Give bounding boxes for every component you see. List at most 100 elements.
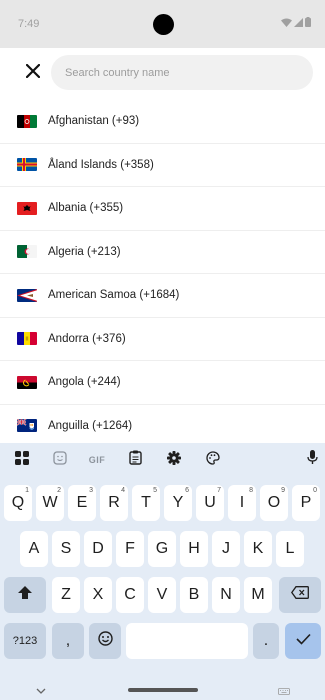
close-button[interactable] [22,62,44,84]
american-samoa-flag-icon [17,288,37,302]
home-gesture-handle[interactable] [128,688,198,692]
clipboard-icon [128,450,142,470]
comma-key[interactable]: , [52,623,84,659]
key-o[interactable]: O9 [260,485,288,521]
key-label: B [188,586,200,603]
key-m[interactable]: M [244,577,272,613]
country-item-aland-islands[interactable]: Åland Islands (+358) [0,144,325,187]
settings-button[interactable] [164,450,184,470]
key-label: Q [11,494,25,511]
key-j[interactable]: J [212,531,240,567]
voice-input-button[interactable] [302,450,322,469]
key-v[interactable]: V [148,577,176,613]
gif-button[interactable]: GIF [84,451,110,469]
country-item-andorra[interactable]: Andorra (+376) [0,318,325,361]
search-input[interactable] [51,55,313,90]
sticker-button[interactable] [50,450,70,470]
emoji-icon [97,631,113,651]
key-label: R [108,494,120,511]
key-w[interactable]: W2 [36,485,64,521]
enter-key[interactable] [285,623,321,659]
key-hint: 7 [217,487,221,494]
key-label: E [76,494,88,511]
key-x[interactable]: X [84,577,112,613]
key-hint: 2 [57,487,61,494]
key-label: W [42,494,58,511]
key-e[interactable]: E3 [68,485,96,521]
battery-icon [305,17,311,27]
country-label: American Samoa (+1684) [48,289,180,302]
backspace-icon [290,586,309,604]
shift-key[interactable] [4,577,46,613]
backspace-key[interactable] [279,577,321,613]
key-c[interactable]: C [116,577,144,613]
key-label: C [124,586,136,603]
key-hint: 8 [249,487,253,494]
key-d[interactable]: D [84,531,112,567]
key-t[interactable]: T5 [132,485,160,521]
hide-keyboard-button[interactable] [36,681,46,699]
country-label: Albania (+355) [48,202,124,215]
key-hint: 3 [89,487,93,494]
key-label: J [222,540,230,557]
symbols-label: ?123 [12,635,38,647]
key-label: L [285,540,295,557]
key-u[interactable]: U7 [196,485,224,521]
key-hint: 5 [153,487,157,494]
key-k[interactable]: K [244,531,272,567]
search-box[interactable] [51,55,313,90]
gif-label: GIF [88,455,106,465]
key-label: T [141,494,151,511]
aland-islands-flag-icon [17,158,37,172]
signal-icon [294,17,303,27]
key-i[interactable]: I8 [228,485,256,521]
key-s[interactable]: S [52,531,80,567]
key-p[interactable]: P0 [292,485,320,521]
apps-grid-button[interactable] [12,450,32,470]
key-y[interactable]: Y6 [164,485,192,521]
key-label: G [155,540,169,557]
country-item-angola[interactable]: Angola (+244) [0,361,325,405]
country-list: Afghanistan (+93) Åland Islands (+358) A… [0,100,325,443]
key-label: P [300,494,312,511]
emoji-key[interactable] [89,623,121,659]
country-item-anguilla[interactable]: Anguilla (+1264) [0,405,325,444]
close-icon [25,63,41,83]
country-label: Anguilla (+1264) [48,419,133,432]
country-item-albania[interactable]: Albania (+355) [0,187,325,231]
key-label: O [267,494,281,511]
key-f[interactable]: F [116,531,144,567]
country-item-afghanistan[interactable]: Afghanistan (+93) [0,100,325,144]
key-label: V [156,586,168,603]
key-label: Y [172,494,184,511]
key-label: D [92,540,104,557]
space-key[interactable] [126,623,248,659]
country-label: Afghanistan (+93) [48,115,140,128]
apps-grid-icon [15,450,29,470]
search-header [0,48,325,100]
key-q[interactable]: Q1 [4,485,32,521]
country-item-american-samoa[interactable]: American Samoa (+1684) [0,274,325,318]
key-b[interactable]: B [180,577,208,613]
theme-button[interactable] [203,450,223,469]
keyboard-toolbar: GIF [0,443,325,477]
key-z[interactable]: Z [52,577,80,613]
key-a[interactable]: A [20,531,48,567]
period-key[interactable]: . [253,623,279,659]
key-h[interactable]: H [180,531,208,567]
key-hint: 4 [121,487,125,494]
keyboard-switch-icon[interactable] [278,682,290,700]
key-n[interactable]: N [212,577,240,613]
gear-icon [167,450,181,470]
afghanistan-flag-icon [17,114,37,128]
period-label: . [263,632,269,649]
key-label: A [28,540,40,557]
country-item-algeria[interactable]: Algeria (+213) [0,231,325,274]
sticker-icon [53,450,67,470]
key-label: S [60,540,72,557]
key-r[interactable]: R4 [100,485,128,521]
clipboard-button[interactable] [125,450,145,470]
key-l[interactable]: L [276,531,304,567]
key-g[interactable]: G [148,531,176,567]
symbols-key[interactable]: ?123 [4,623,46,659]
